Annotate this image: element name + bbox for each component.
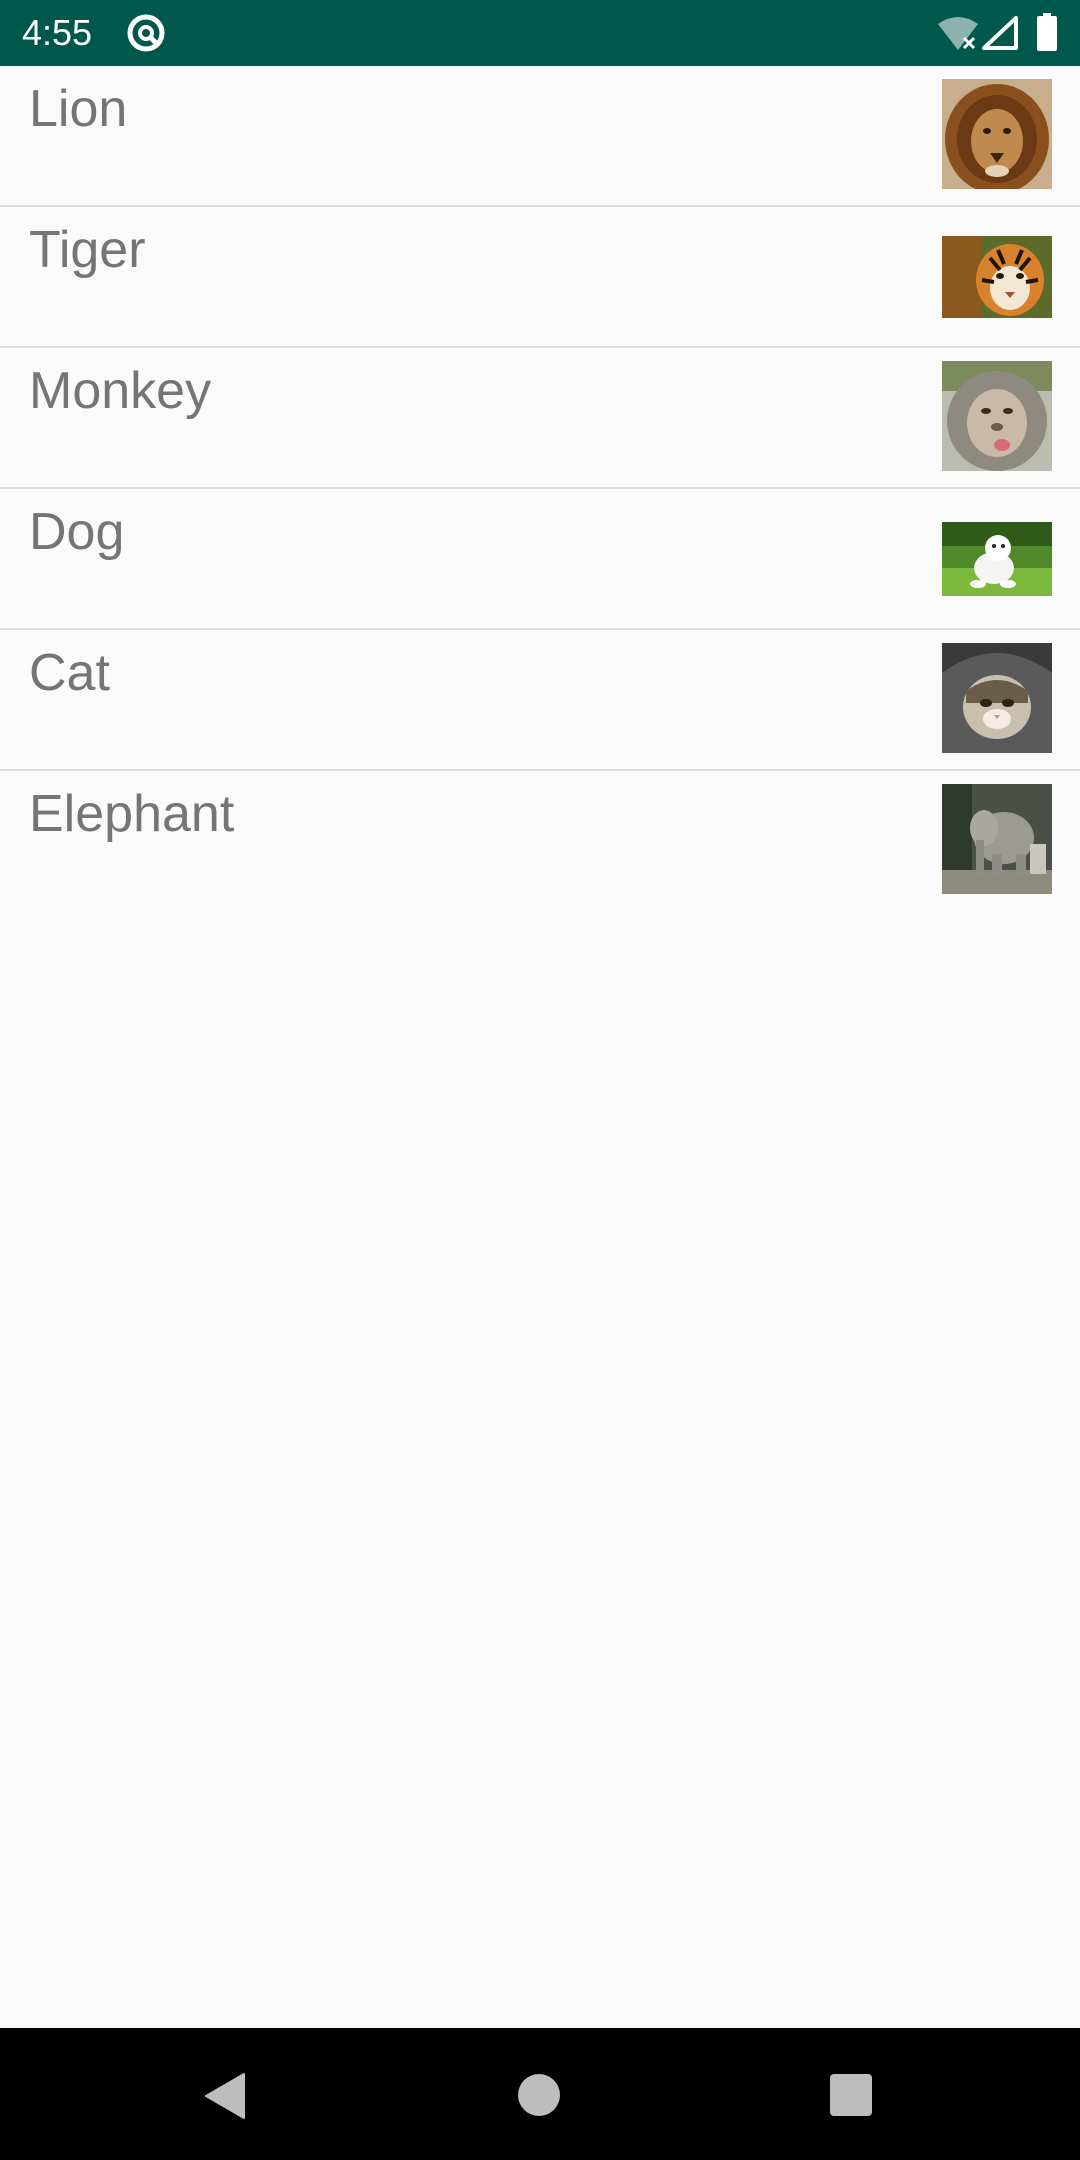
tiger-photo [942, 236, 1052, 318]
list-item-label: Elephant [29, 785, 235, 843]
list-item-elephant[interactable]: Elephant [0, 771, 1080, 910]
list-item-lion[interactable]: Lion [0, 66, 1080, 207]
cell-signal-icon [982, 16, 1018, 50]
dog-photo [942, 522, 1052, 596]
list-item-monkey[interactable]: Monkey [0, 348, 1080, 489]
monkey-photo [942, 361, 1052, 471]
list-item-label: Cat [29, 644, 110, 702]
list-item-tiger[interactable]: Tiger [0, 207, 1080, 348]
status-bar: 4:55 [0, 0, 1080, 66]
list-item-label: Dog [29, 503, 125, 561]
list-item-label: Monkey [29, 362, 212, 420]
list-item-cat[interactable]: Cat [0, 630, 1080, 771]
back-icon[interactable] [202, 2072, 246, 2120]
list-item-label: Lion [29, 80, 128, 138]
app-notification-icon [126, 13, 166, 53]
lion-photo [942, 79, 1052, 189]
battery-icon [1036, 13, 1058, 51]
cat-photo [942, 643, 1052, 753]
home-icon[interactable] [518, 2074, 560, 2116]
list-item-label: Tiger [29, 221, 146, 279]
recents-icon[interactable] [830, 2074, 872, 2116]
list-item-dog[interactable]: Dog [0, 489, 1080, 630]
navigation-bar [0, 2028, 1080, 2160]
elephant-photo [942, 784, 1052, 894]
status-time: 4:55 [22, 12, 93, 53]
wifi-off-icon [936, 16, 980, 52]
animal-list: Lion Tiger Monkey Dog Cat Elephant [0, 66, 1080, 910]
